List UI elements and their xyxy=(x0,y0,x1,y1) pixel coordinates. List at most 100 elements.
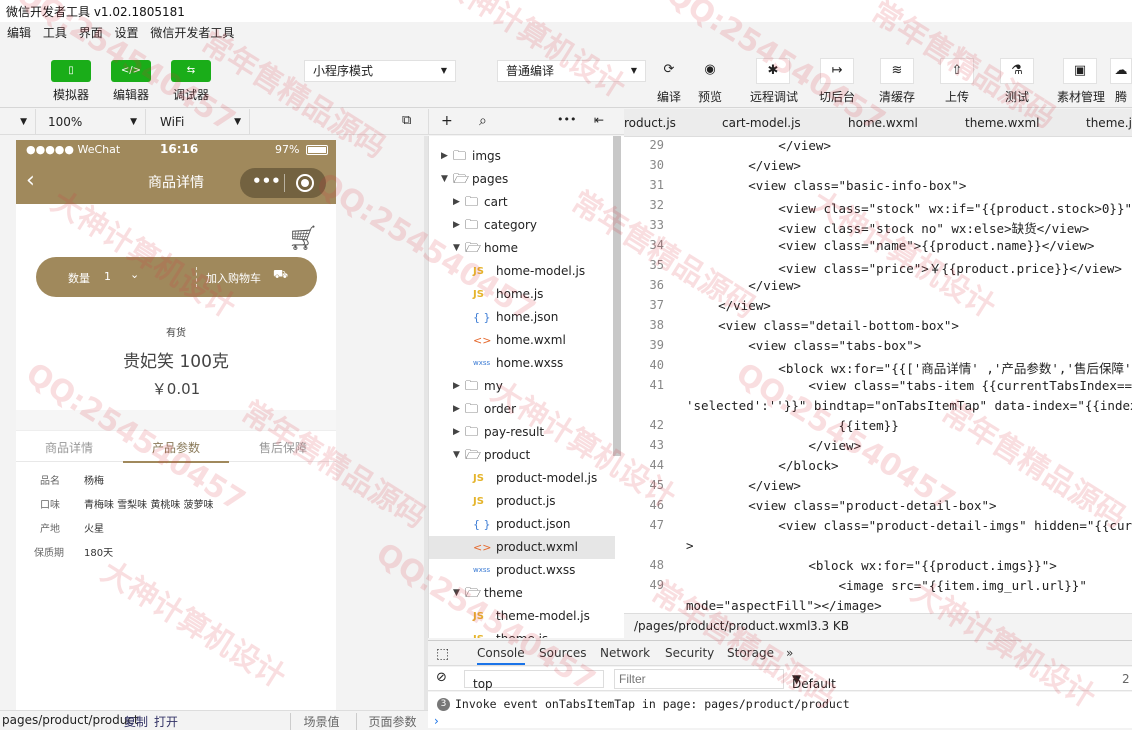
tab-console[interactable]: Console xyxy=(477,646,525,665)
editor-tab[interactable]: theme.js xyxy=(1086,116,1132,130)
folder-pay-result[interactable]: ▶ 🗀 pay-result xyxy=(429,421,615,444)
chevron-right-icon[interactable]: ▶ xyxy=(453,398,463,421)
detach-window-icon[interactable]: ⧉ xyxy=(402,113,411,128)
more-tabs-icon[interactable]: » xyxy=(786,646,793,660)
chevron-right-icon[interactable]: ▶ xyxy=(453,421,463,444)
switch-background-label: 切后台 xyxy=(818,90,855,104)
tree-item-label: cart xyxy=(484,195,508,209)
file-tree-scrollbar[interactable] xyxy=(613,136,621,456)
editor-tab[interactable]: theme.wxml xyxy=(965,116,1040,130)
editor-tab[interactable]: roduct.js xyxy=(624,116,676,130)
scene-value-tab[interactable]: 场景值 xyxy=(290,713,352,730)
clear-console-icon[interactable]: ⊘ xyxy=(436,670,447,685)
open-path-link[interactable]: 打开 xyxy=(154,713,178,730)
add-file-icon[interactable]: + xyxy=(441,113,453,129)
compile-select[interactable]: 普通编译 ▼ xyxy=(497,60,646,82)
editor-toggle-button[interactable]: </> xyxy=(111,60,151,82)
chevron-right-icon[interactable]: ▶ xyxy=(453,191,463,214)
compile-button[interactable]: ⟳ 编译 xyxy=(646,58,692,105)
upload-button[interactable]: ⇧ 上传 xyxy=(934,58,980,105)
folder-product[interactable]: ▼ 🗁 product xyxy=(429,444,615,467)
device-select[interactable]: ▼ xyxy=(0,109,36,135)
clear-cache-button[interactable]: ≋ 清缓存 xyxy=(874,58,920,105)
chevron-down-icon[interactable]: ▼ xyxy=(453,237,463,260)
debugger-toggle-button[interactable]: ⇆ xyxy=(171,60,211,82)
menu-edit[interactable]: 编辑 xyxy=(7,22,31,44)
console-filter-input[interactable] xyxy=(614,669,784,689)
tab-network[interactable]: Network xyxy=(600,646,650,660)
code-line: 'selected':''}}" bindtap="onTabsItemTap"… xyxy=(686,398,1132,413)
copy-path-link[interactable]: 复制 xyxy=(124,713,148,730)
tab-security[interactable]: Security xyxy=(665,646,714,660)
chevron-right-icon[interactable]: ▶ xyxy=(453,375,463,398)
simulator-toggle-button[interactable]: ▯ xyxy=(51,60,91,82)
menu-view[interactable]: 界面 xyxy=(79,22,103,44)
mode-select[interactable]: 小程序模式 ▼ xyxy=(304,60,456,82)
chevron-down-icon[interactable]: ▼ xyxy=(453,444,463,467)
file-theme-js[interactable]: JS theme.js xyxy=(429,628,615,638)
file-theme-model-js[interactable]: JS theme-model.js xyxy=(429,605,615,628)
file-product-model-js[interactable]: JS product-model.js xyxy=(429,467,615,490)
quantity-value[interactable]: 1 xyxy=(104,270,111,283)
network-select[interactable]: WiFi ▼ xyxy=(150,109,250,135)
file-product-json[interactable]: { } product.json xyxy=(429,513,615,536)
folder-imgs[interactable]: ▶ 🗀 imgs xyxy=(429,145,615,168)
folder-theme[interactable]: ▼ 🗁 theme xyxy=(429,582,615,605)
file-product-wxml[interactable]: <> product.wxml xyxy=(429,536,615,559)
test-button[interactable]: ⚗ 测试 xyxy=(994,58,1040,105)
folder-home[interactable]: ▼ 🗁 home xyxy=(429,237,615,260)
add-to-cart-button[interactable]: 加入购物车 xyxy=(206,270,261,286)
chevron-down-icon: ▼ xyxy=(440,66,447,75)
editor-tab[interactable]: home.wxml xyxy=(848,116,918,130)
zoom-select[interactable]: 100% ▼ xyxy=(38,109,146,135)
line-number: 41 xyxy=(649,378,664,392)
search-icon[interactable]: ⌕ xyxy=(479,113,487,129)
editor-tab[interactable]: cart-model.js xyxy=(722,116,801,130)
cloud-button[interactable]: ☁ 腾 xyxy=(1110,58,1132,105)
tab-storage[interactable]: Storage xyxy=(727,646,774,660)
tab-product-details[interactable]: 商品详情 xyxy=(16,439,122,456)
inspect-element-icon[interactable]: ⬚ xyxy=(436,646,449,662)
folder-my[interactable]: ▶ 🗀 my xyxy=(429,375,615,398)
menu-wechat-devtools[interactable]: 微信开发者工具 xyxy=(150,22,234,44)
more-options-icon[interactable]: ••• xyxy=(557,113,576,126)
tab-product-params[interactable]: 产品参数 xyxy=(123,439,229,463)
shopping-cart-icon[interactable]: 🛒︎ xyxy=(288,224,318,252)
chevron-right-icon[interactable]: ▶ xyxy=(441,145,451,168)
folder-open-icon: 🗁 xyxy=(453,172,470,187)
folder-order[interactable]: ▶ 🗀 order xyxy=(429,398,615,421)
console-prompt-icon[interactable]: › xyxy=(434,714,439,728)
log-levels-select[interactable]: Default levels ▼ xyxy=(792,672,836,705)
file-product-wxss[interactable]: wxss product.wxss xyxy=(429,559,615,582)
collapse-panel-icon[interactable]: ⇤ xyxy=(594,113,604,127)
assets-button[interactable]: ▣ 素材管理 xyxy=(1057,58,1105,105)
file-home-wxss[interactable]: wxss home.wxss xyxy=(429,352,615,375)
chevron-down-icon[interactable]: ▼ xyxy=(453,582,463,605)
file-home-json[interactable]: { } home.json xyxy=(429,306,615,329)
tab-after-sales[interactable]: 售后保障 xyxy=(230,439,336,456)
chevron-down-icon[interactable]: ▼ xyxy=(441,168,451,191)
context-select[interactable]: top xyxy=(464,670,604,691)
refresh-icon: ⟳ xyxy=(663,62,675,77)
close-capsule-icon[interactable] xyxy=(296,174,314,192)
chevron-right-icon[interactable]: ▶ xyxy=(453,214,463,237)
preview-button[interactable]: ◉ 预览 xyxy=(687,58,733,105)
folder-pages[interactable]: ▼ 🗁 pages xyxy=(429,168,615,191)
file-home-model-js[interactable]: JS home-model.js xyxy=(429,260,615,283)
chevron-down-icon[interactable]: ⌄ xyxy=(130,268,139,281)
more-icon[interactable]: ••• xyxy=(252,172,281,190)
code-editor[interactable]: 29 </view> 30 </view> 31 <view class="basi… xyxy=(624,137,1132,613)
menu-settings[interactable]: 设置 xyxy=(115,22,139,44)
file-home-js[interactable]: JS home.js xyxy=(429,283,615,306)
folder-cart[interactable]: ▶ 🗀 cart xyxy=(429,191,615,214)
code-line: <view class="stock no" wx:else>缺货</view> xyxy=(688,221,1090,236)
page-params-tab[interactable]: 页面参数 xyxy=(356,713,428,730)
folder-category[interactable]: ▶ 🗀 category xyxy=(429,214,615,237)
file-home-wxml[interactable]: <> home.wxml xyxy=(429,329,615,352)
menu-tools[interactable]: 工具 xyxy=(43,22,67,44)
remote-debug-button[interactable]: ✱ 远程调试 xyxy=(750,58,798,105)
tab-sources[interactable]: Sources xyxy=(539,646,586,660)
switch-background-button[interactable]: ↦ 切后台 xyxy=(814,58,860,105)
file-product-js[interactable]: JS product.js xyxy=(429,490,615,513)
code-line: </block> xyxy=(688,458,839,473)
